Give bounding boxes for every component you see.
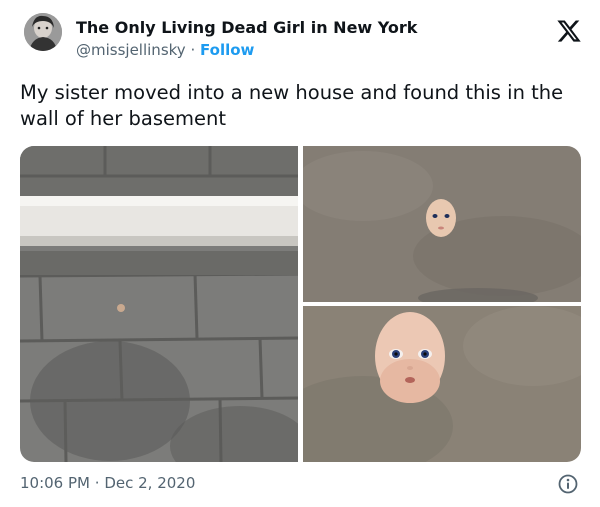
author-handle-row: @missjellinsky · Follow	[76, 41, 254, 59]
media-photo-basement-wall[interactable]	[20, 146, 298, 462]
timestamp-separator: ·	[94, 474, 100, 492]
follow-button[interactable]: Follow	[200, 41, 254, 59]
handle-separator: ·	[190, 41, 196, 59]
tweet-text: My sister moved into a new house and fou…	[20, 81, 564, 130]
tweet-timestamp[interactable]: 10:06 PM · Dec 2, 2020	[20, 474, 195, 492]
info-icon[interactable]	[558, 474, 578, 494]
media-grid[interactable]	[20, 146, 581, 462]
tweet-date: Dec 2, 2020	[104, 474, 196, 492]
x-logo-icon[interactable]	[556, 18, 582, 44]
tweet-time: 10:06 PM	[20, 474, 90, 492]
media-photo-doll-face-far[interactable]	[303, 146, 581, 302]
author-handle[interactable]: @missjellinsky	[76, 41, 186, 59]
avatar[interactable]	[24, 13, 62, 51]
media-photo-doll-face-close[interactable]	[303, 306, 581, 462]
author-display-name[interactable]: The Only Living Dead Girl in New York	[76, 18, 417, 37]
